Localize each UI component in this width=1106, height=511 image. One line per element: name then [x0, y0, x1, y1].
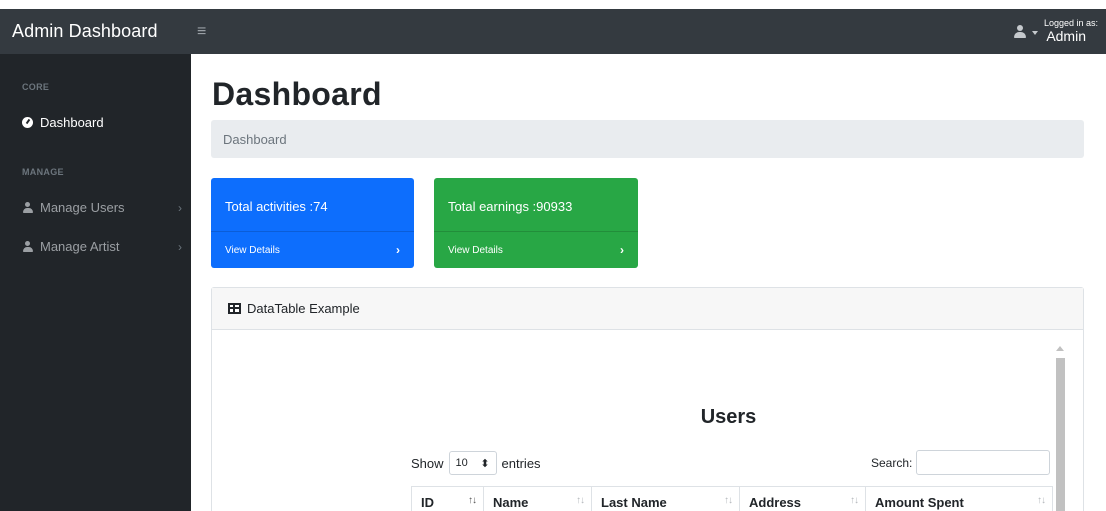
sidebar-item-label: Manage Users [40, 200, 125, 215]
search-control: Search: [871, 450, 1051, 475]
top-strip [0, 0, 1106, 9]
users-heading: Users [700, 406, 757, 428]
table-icon [228, 303, 241, 314]
sidebar-item-manage-users[interactable]: Manage Users › [22, 200, 182, 215]
column-header-address[interactable]: Address ↑↓ [739, 486, 866, 511]
sidebar-item-dashboard[interactable]: Dashboard [22, 115, 182, 130]
column-header-amount-spent[interactable]: Amount Spent ↑↓ [865, 486, 1053, 511]
scroll-up-icon[interactable] [1056, 346, 1064, 351]
logged-in-info: Logged in as: Admin [1043, 17, 1098, 45]
logged-in-user: Admin [1046, 28, 1086, 45]
user-icon [1012, 24, 1028, 40]
sidebar-heading-core: CORE [22, 82, 50, 92]
entries-length-control: Show 10 ⬍ entries [411, 451, 541, 475]
datatable-header-label: DataTable Example [247, 301, 360, 316]
user-menu[interactable]: Logged in as: Admin [1012, 17, 1106, 45]
sort-icon: ↑↓ [576, 495, 585, 506]
scrollbar-thumb[interactable] [1056, 358, 1065, 511]
view-details-link[interactable]: View Details › [211, 231, 414, 268]
search-input[interactable] [916, 450, 1051, 475]
breadcrumb-item: Dashboard [223, 131, 287, 147]
view-details-label: View Details [225, 244, 280, 256]
top-navbar: Admin Dashboard ≡ Logged in as: Admin [0, 9, 1106, 54]
page-title: Dashboard [212, 76, 382, 112]
datatable-card: DataTable Example Users Show 10 ⬍ entrie… [211, 287, 1084, 511]
entries-select[interactable]: 10 ⬍ [448, 451, 497, 475]
show-label: Show [411, 455, 444, 471]
view-details-label: View Details [448, 244, 503, 256]
chevron-right-icon: › [396, 243, 400, 257]
logged-in-label: Logged in as: [1043, 17, 1098, 28]
datatable-header: DataTable Example [212, 288, 1083, 330]
tachometer-icon [22, 116, 34, 129]
sidebar-heading-manage: MANAGE [22, 167, 64, 177]
scrollbar[interactable] [1054, 346, 1066, 511]
breadcrumb: Dashboard [211, 120, 1084, 158]
card-title: Total earnings :90933 [448, 199, 573, 214]
sidebar-item-manage-artist[interactable]: Manage Artist › [22, 239, 182, 254]
sidebar: CORE Dashboard MANAGE Manage Users › Man… [0, 54, 191, 511]
brand-title[interactable]: Admin Dashboard [0, 21, 191, 42]
sort-icon: ↑↓ [724, 495, 733, 506]
sidebar-item-label: Dashboard [40, 115, 104, 130]
sidebar-toggle-icon[interactable]: ≡ [197, 23, 206, 41]
column-header-name[interactable]: Name ↑↓ [483, 486, 592, 511]
select-arrows-icon: ⬍ [480, 457, 490, 470]
chevron-right-icon: › [178, 200, 182, 215]
sort-icon: ↑↓ [850, 495, 859, 506]
card-total-earnings: Total earnings :90933 View Details › [434, 178, 638, 268]
column-header-last-name[interactable]: Last Name ↑↓ [591, 486, 740, 511]
entries-label: entries [501, 455, 541, 471]
user-icon [22, 201, 34, 214]
chevron-right-icon: › [620, 243, 624, 257]
main-content: Dashboard Dashboard Total activities :74… [191, 54, 1106, 511]
sort-icon: ↑↓ [468, 495, 477, 506]
column-header-id[interactable]: ID ↑↓ [411, 486, 484, 511]
sidebar-item-label: Manage Artist [40, 239, 120, 254]
caret-down-icon [1031, 30, 1038, 35]
card-title: Total activities :74 [225, 199, 328, 214]
user-icon [22, 240, 34, 253]
sort-icon: ↑↓ [1037, 495, 1046, 506]
search-label: Search: [871, 455, 913, 470]
entries-select-value: 10 [455, 457, 468, 469]
card-total-activities: Total activities :74 View Details › [211, 178, 414, 268]
view-details-link[interactable]: View Details › [434, 231, 638, 268]
chevron-right-icon: › [178, 239, 182, 254]
users-table: ID ↑↓ Name ↑↓ Last Name ↑↓ Address ↑↓ Amount… [411, 486, 1053, 511]
